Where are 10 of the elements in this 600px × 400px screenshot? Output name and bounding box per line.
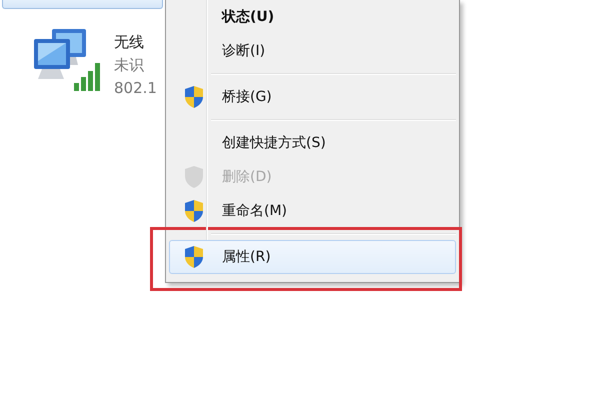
menu-item[interactable]: 状态(U)	[169, 0, 456, 34]
menu-item[interactable]: 重命名(M)	[169, 194, 456, 228]
selected-list-item[interactable]	[2, 0, 163, 9]
menu-item[interactable]: 诊断(I)	[169, 34, 456, 68]
connection-status: 未识	[114, 56, 145, 75]
connection-type: 802.1	[114, 79, 157, 97]
menu-item[interactable]: 桥接(G)	[169, 80, 456, 114]
connection-name: 无线	[114, 33, 145, 52]
menu-item[interactable]: 创建快捷方式(S)	[169, 126, 456, 160]
menu-item[interactable]: 属性(R)	[169, 240, 456, 274]
